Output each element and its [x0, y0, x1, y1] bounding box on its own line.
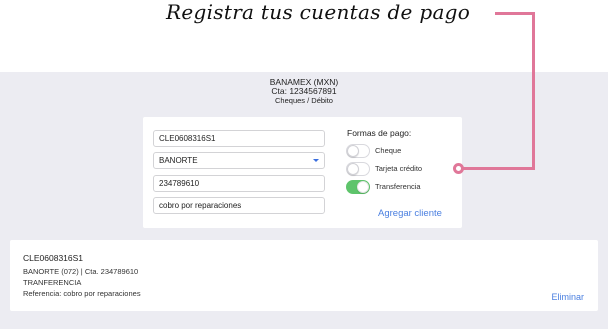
rfc-input[interactable] [153, 130, 325, 147]
chevron-down-icon [313, 159, 319, 162]
account-number-input[interactable] [153, 175, 325, 192]
cheque-label: Cheque [375, 146, 402, 155]
bank-select-value: BANORTE [159, 156, 198, 165]
client-form-card: BANORTE Formas de pago: Cheque Tarjeta c… [143, 117, 462, 228]
toggle-knob [357, 181, 369, 193]
headline: Registra tus cuentas de pago [166, 0, 471, 24]
delete-button[interactable]: Eliminar [551, 292, 584, 302]
transferencia-label: Transferencia [375, 182, 421, 191]
top-banner: Registra tus cuentas de pago [0, 0, 608, 72]
account-number: Cta: 1234567891 [271, 86, 337, 96]
tarjeta-credito-label: Tarjeta crédito [375, 164, 423, 173]
account-header: BANAMEX (MXN) Cta: 1234567891 Cheques / … [0, 78, 608, 106]
saved-client-card: CLE0608316S1 BANORTE (072) | Cta. 234789… [10, 240, 598, 311]
saved-client-bank: BANORTE (072) | Cta. 234789610 [23, 267, 139, 276]
callout-dot [453, 163, 464, 174]
callout-line [495, 12, 535, 15]
toggle-knob [347, 163, 359, 175]
cheque-toggle[interactable] [346, 144, 370, 158]
saved-client-reference: Referencia: cobro por reparaciones [23, 289, 141, 298]
bank-select[interactable]: BANORTE [153, 152, 325, 169]
payment-option-tarjeta: Tarjeta crédito [346, 162, 456, 176]
toggle-knob [347, 145, 359, 157]
payment-option-transferencia: Transferencia [346, 180, 456, 194]
callout-line [532, 12, 535, 170]
transferencia-toggle[interactable] [346, 180, 370, 194]
payment-option-cheque: Cheque [346, 144, 456, 158]
account-type: Cheques / Débito [275, 96, 333, 105]
saved-client-method: TRANFERENCIA [23, 278, 82, 287]
tarjeta-credito-toggle[interactable] [346, 162, 370, 176]
add-client-button[interactable]: Agregar cliente [378, 208, 442, 219]
saved-client-id: CLE0608316S1 [23, 253, 84, 263]
reference-input[interactable] [153, 197, 325, 214]
payment-methods-title: Formas de pago: [347, 128, 412, 138]
callout-line [460, 167, 535, 170]
